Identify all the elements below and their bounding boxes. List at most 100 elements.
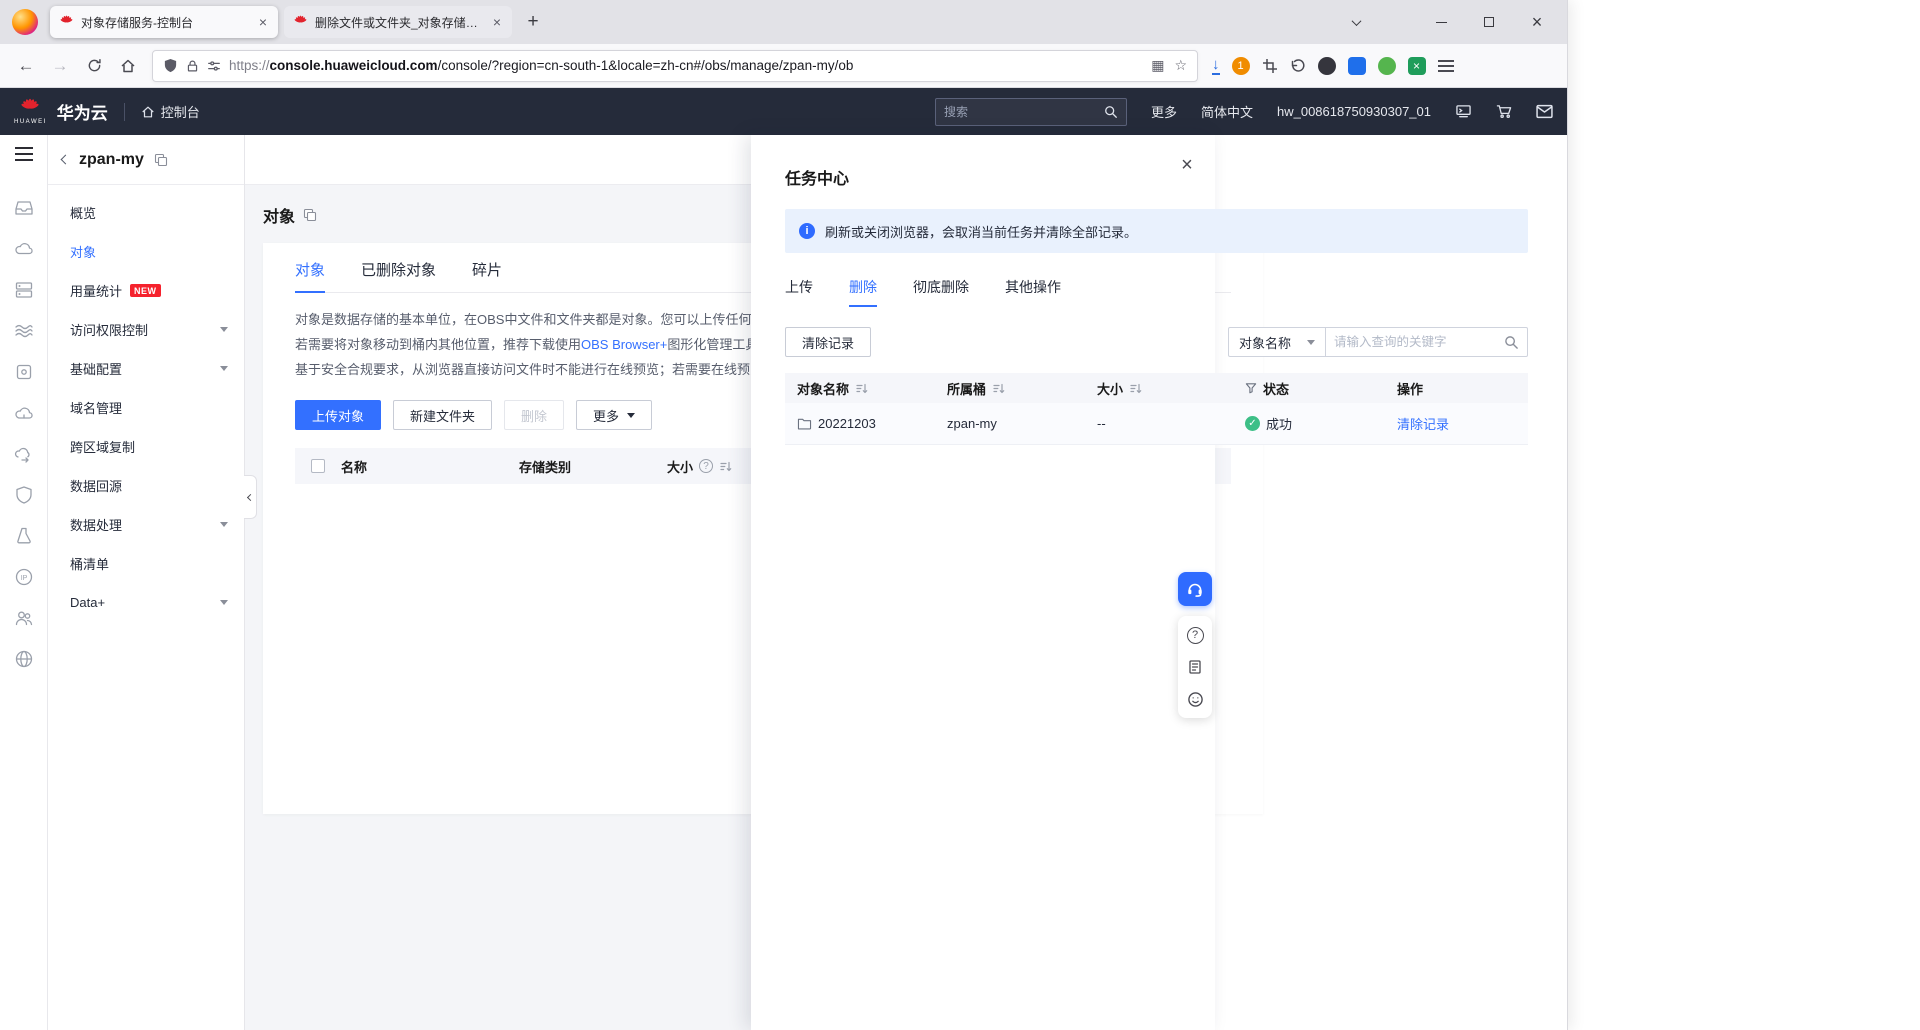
new-folder-button[interactable]: 新建文件夹 <box>393 400 492 430</box>
console-cli-icon[interactable] <box>1455 104 1472 119</box>
back-button[interactable]: ← <box>10 50 42 82</box>
reload-button[interactable] <box>78 50 110 82</box>
satisfaction-button[interactable] <box>1178 683 1212 715</box>
cart-icon[interactable] <box>1496 104 1512 119</box>
clear-records-button[interactable]: 清除记录 <box>785 327 871 357</box>
tab-close-icon[interactable]: × <box>257 15 269 29</box>
tab-close-icon[interactable]: × <box>491 15 503 29</box>
copy-icon[interactable] <box>303 208 317 222</box>
column-status[interactable]: 状态 <box>1233 379 1385 398</box>
more-button[interactable]: 更多 <box>576 400 652 430</box>
services-menu-icon[interactable] <box>15 147 33 161</box>
more-menu[interactable]: 更多 <box>1151 102 1177 121</box>
mail-icon[interactable] <box>1536 104 1553 119</box>
extension-green-icon[interactable] <box>1378 57 1396 75</box>
waves-service-icon[interactable] <box>14 310 34 351</box>
back-chevron-icon[interactable] <box>62 156 69 163</box>
delete-button[interactable]: 删除 <box>504 400 564 430</box>
browser-tab-delete-help[interactable]: 删除文件或文件夹_对象存储服… × <box>284 6 512 38</box>
sidebar-item-data-processing[interactable]: 数据处理 <box>48 505 244 544</box>
console-search-box[interactable] <box>935 98 1127 126</box>
select-all-checkbox[interactable] <box>311 459 325 473</box>
tab-permanent-delete[interactable]: 彻底删除 <box>913 277 969 307</box>
copy-icon[interactable] <box>154 153 168 167</box>
customer-service-button[interactable] <box>1178 572 1212 606</box>
language-switcher[interactable]: 简体中文 <box>1201 102 1253 121</box>
task-search-input[interactable] <box>1334 335 1498 349</box>
extension-translate-icon[interactable]: × <box>1408 57 1426 75</box>
column-size[interactable]: 大小 ? <box>667 457 732 476</box>
bookmark-star-icon[interactable]: ☆ <box>1174 57 1187 74</box>
forward-button[interactable]: → <box>44 50 76 82</box>
cloud-sync-service-icon[interactable] <box>14 433 34 474</box>
sort-icon[interactable] <box>719 460 732 473</box>
sidebar-item-inventory[interactable]: 桶清单 <box>48 544 244 583</box>
help-icon[interactable]: ? <box>699 459 713 473</box>
sort-icon[interactable] <box>992 382 1005 395</box>
ip-service-icon[interactable]: IP <box>14 556 34 597</box>
tab-objects[interactable]: 对象 <box>295 259 325 292</box>
tab-fragments[interactable]: 碎片 <box>472 259 502 292</box>
brand-name[interactable]: 华为云 <box>57 99 108 124</box>
extension-grid-icon[interactable]: ▦ <box>1151 57 1164 74</box>
sidebar-item-cross-region[interactable]: 跨区域复制 <box>48 427 244 466</box>
panel-close-icon[interactable]: × <box>1175 153 1199 177</box>
column-size[interactable]: 大小 <box>1085 379 1233 398</box>
search-icon[interactable] <box>1504 335 1519 350</box>
cloud-service-icon[interactable] <box>14 228 34 269</box>
extension-dark-icon[interactable] <box>1318 57 1336 75</box>
help-button[interactable]: ? <box>1178 619 1212 651</box>
window-minimize-button[interactable] <box>1417 0 1465 44</box>
filter-funnel-icon[interactable] <box>1245 382 1257 394</box>
tracking-shield-icon[interactable] <box>163 58 178 73</box>
notification-badge[interactable]: 1 <box>1232 57 1250 75</box>
tab-upload[interactable]: 上传 <box>785 277 813 307</box>
clear-record-link[interactable]: 清除记录 <box>1397 414 1449 433</box>
cloud2-service-icon[interactable] <box>14 392 34 433</box>
extension-blue-icon[interactable] <box>1348 57 1366 75</box>
upload-object-button[interactable]: 上传对象 <box>295 400 381 430</box>
sidebar-item-access-control[interactable]: 访问权限控制 <box>48 310 244 349</box>
search-icon[interactable] <box>1104 105 1118 119</box>
task-table-row[interactable]: 20221203 zpan-my -- ✓ 成功 清除记录 <box>785 403 1528 445</box>
lock-icon[interactable] <box>186 59 199 73</box>
device-service-icon[interactable] <box>14 351 34 392</box>
sort-icon[interactable] <box>855 382 868 395</box>
sidebar-collapse-handle[interactable] <box>244 475 257 519</box>
tab-other-operations[interactable]: 其他操作 <box>1005 277 1061 307</box>
window-maximize-button[interactable] <box>1465 0 1513 44</box>
column-bucket[interactable]: 所属桶 <box>935 379 1085 398</box>
user-group-service-icon[interactable] <box>14 597 34 638</box>
tab-deleted-objects[interactable]: 已删除对象 <box>361 259 436 292</box>
sidebar-item-basic-config[interactable]: 基础配置 <box>48 349 244 388</box>
globe-service-icon[interactable] <box>14 638 34 679</box>
history-undo-icon[interactable] <box>1290 58 1306 74</box>
screenshot-icon[interactable] <box>1262 58 1278 74</box>
sidebar-item-objects[interactable]: 对象 <box>48 232 244 271</box>
console-search-input[interactable] <box>944 105 1098 119</box>
filter-field-select[interactable]: 对象名称 <box>1228 327 1326 357</box>
sidebar-item-back-to-source[interactable]: 数据回源 <box>48 466 244 505</box>
downloads-icon[interactable]: ↓ <box>1212 57 1220 75</box>
permissions-icon[interactable] <box>207 59 221 73</box>
home-button[interactable] <box>112 50 144 82</box>
window-close-button[interactable]: × <box>1513 0 1561 44</box>
new-tab-button[interactable]: + <box>518 7 548 37</box>
sidebar-item-overview[interactable]: 概览 <box>48 193 244 232</box>
console-home-link[interactable]: 控制台 <box>141 102 200 121</box>
task-search-box[interactable] <box>1326 327 1528 357</box>
browser-tab-obs-console[interactable]: 对象存储服务-控制台 × <box>50 6 278 38</box>
sidebar-item-usage-stats[interactable]: 用量统计NEW <box>48 271 244 310</box>
sidebar-item-domain-mgmt[interactable]: 域名管理 <box>48 388 244 427</box>
column-storage-class[interactable]: 存储类别 <box>519 457 667 476</box>
shield-service-icon[interactable] <box>14 474 34 515</box>
tab-delete[interactable]: 删除 <box>849 277 877 307</box>
account-name[interactable]: hw_008618750930307_01 <box>1277 104 1431 119</box>
sort-icon[interactable] <box>1129 382 1142 395</box>
column-object-name[interactable]: 对象名称 <box>785 379 935 398</box>
address-bar[interactable]: https://console.huaweicloud.com/console/… <box>152 50 1198 82</box>
obs-browser-link[interactable]: OBS Browser+ <box>581 337 667 352</box>
feedback-button[interactable] <box>1178 651 1212 683</box>
browser-menu-icon[interactable] <box>1438 60 1454 72</box>
storage-stack-icon[interactable] <box>14 269 34 310</box>
